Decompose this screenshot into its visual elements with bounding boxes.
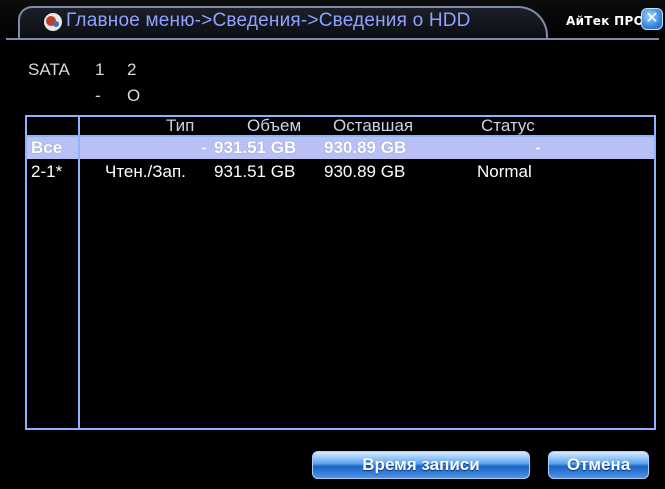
- row-capacity: 931.51 GB: [214, 162, 296, 181]
- row-id: 2-1*: [31, 162, 63, 181]
- record-time-button[interactable]: Время записи: [312, 451, 530, 479]
- sata-port-2-state: O: [127, 86, 141, 105]
- title-bar: Главное меню->Сведения->Сведения о HDD А…: [0, 0, 665, 40]
- brand-logo-text: АйТек ПРО: [566, 14, 645, 28]
- sata-port-2: 2: [127, 60, 137, 79]
- row-status: -: [535, 138, 541, 157]
- row-capacity: 931.51 GB: [214, 138, 297, 157]
- row-id: Все: [31, 138, 63, 157]
- hdd-info-window: Главное меню->Сведения->Сведения о HDD А…: [0, 0, 665, 489]
- sata-label: SATA: [28, 60, 70, 79]
- table-row[interactable]: 2-1* Чтен./Зап. 931.51 GB 930.89 GB Norm…: [27, 161, 654, 183]
- row-remaining: 930.89 GB: [324, 162, 406, 181]
- column-divider: [78, 117, 80, 428]
- header-capacity: Объем: [247, 116, 302, 135]
- table-row[interactable]: Все - 931.51 GB 930.89 GB -: [27, 137, 654, 159]
- sata-port-1: 1: [95, 60, 105, 79]
- row-remaining: 930.89 GB: [324, 138, 407, 157]
- title-divider: [6, 38, 659, 40]
- cancel-button[interactable]: Отмена: [548, 451, 649, 479]
- hdd-table: Тип Объем Оставшая Статус Все - 931.51 G…: [25, 115, 656, 430]
- breadcrumb: Главное меню->Сведения->Сведения о HDD: [66, 10, 471, 31]
- row-status: Normal: [477, 162, 532, 181]
- header-remaining: Оставшая: [333, 116, 414, 135]
- sata-port-1-state: -: [95, 86, 101, 105]
- row-type: -: [201, 138, 207, 157]
- header-type: Тип: [166, 116, 195, 135]
- header-status: Статус: [481, 116, 535, 135]
- app-logo-icon: [44, 13, 62, 31]
- row-type: Чтен./Зап.: [105, 162, 186, 181]
- close-button[interactable]: ✕: [641, 8, 663, 30]
